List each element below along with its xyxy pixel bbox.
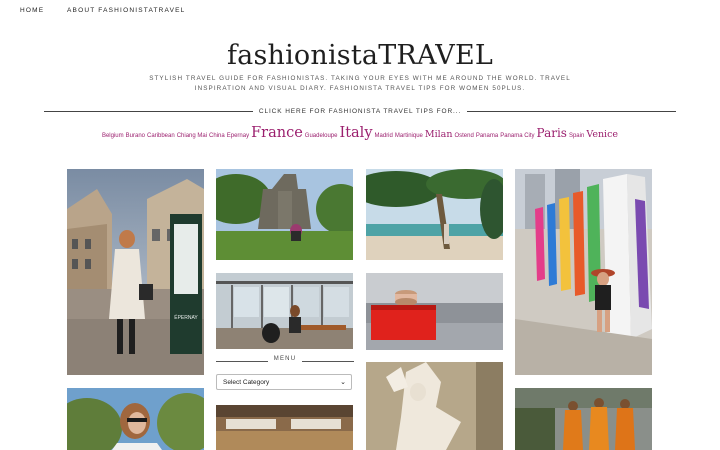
- sidebar-menu: MENU Select Category ⌄: [216, 356, 354, 390]
- category-select[interactable]: Select Category ⌄: [216, 374, 352, 390]
- travel-tips-link-label: CLICK HERE FOR FASHIONISTA TRAVEL TIPS F…: [252, 108, 468, 115]
- station-photo: [216, 405, 353, 450]
- menu-heading: MENU: [216, 356, 354, 368]
- post-thumbnail-station[interactable]: [216, 405, 353, 450]
- tag-link[interactable]: Burano: [126, 133, 145, 139]
- post-thumbnail-epernay[interactable]: ÉPERNAY: [67, 169, 204, 375]
- tag-link[interactable]: China: [209, 133, 225, 139]
- post-thumbnail-waiting-room[interactable]: [216, 273, 353, 349]
- tag-link[interactable]: Caribbean: [147, 133, 175, 139]
- tag-link[interactable]: Epernay: [227, 133, 249, 139]
- sculpture-photo: [366, 362, 503, 450]
- tag-link[interactable]: Ostend: [454, 133, 473, 139]
- mayan-temple-photo: [216, 169, 353, 260]
- tag-link[interactable]: Martinique: [395, 133, 423, 139]
- top-navigation: HOME ABOUT FASHIONISTATRAVEL: [0, 0, 720, 22]
- tag-link[interactable]: Belgium: [102, 133, 124, 139]
- travel-tips-link[interactable]: CLICK HERE FOR FASHIONISTA TRAVEL TIPS F…: [0, 108, 720, 115]
- site-tagline: STYLISH TRAVEL GUIDE FOR FASHIONISTAS. T…: [149, 75, 571, 92]
- category-select-value: Select Category: [223, 378, 270, 386]
- tag-link[interactable]: Chiang Mai: [177, 133, 207, 139]
- post-thumbnail-beach[interactable]: [366, 169, 503, 260]
- tag-link[interactable]: Panama: [476, 133, 498, 139]
- tag-link[interactable]: Guadeloupe: [305, 133, 338, 139]
- tag-link[interactable]: Venice: [586, 129, 618, 140]
- tag-link[interactable]: Spain: [569, 133, 584, 139]
- waiting-room-photo: [216, 273, 353, 349]
- post-thumbnail-monks[interactable]: [515, 388, 652, 450]
- tag-link[interactable]: Paris: [537, 126, 567, 140]
- nav-home-link[interactable]: HOME: [20, 7, 44, 14]
- tag-link[interactable]: Panama City: [500, 133, 534, 139]
- site-title[interactable]: fashionistaTRAVEL: [0, 40, 720, 71]
- menu-heading-label: MENU: [267, 356, 303, 362]
- colorful-letters-photo: [515, 169, 652, 375]
- tag-cloud: Belgium Burano Caribbean Chiang Mai China Epe…: [0, 124, 720, 142]
- chevron-down-icon: ⌄: [340, 379, 346, 386]
- portrait-photo: [67, 388, 204, 450]
- post-thumbnail-temple[interactable]: [216, 169, 353, 260]
- tag-link[interactable]: Milan: [425, 129, 453, 140]
- post-thumbnail-madrid-sign[interactable]: [515, 169, 652, 375]
- tag-link[interactable]: France: [251, 125, 303, 141]
- macaron-photo: [366, 273, 503, 350]
- beach-palm-photo: [366, 169, 503, 260]
- tag-link[interactable]: Madrid: [375, 133, 393, 139]
- post-thumbnail-sculpture[interactable]: [366, 362, 503, 450]
- tag-link[interactable]: Italy: [339, 125, 372, 141]
- epernay-sign-text: ÉPERNAY: [174, 314, 198, 321]
- post-thumbnail-macaron[interactable]: [366, 273, 503, 350]
- post-thumbnail-portrait[interactable]: [67, 388, 204, 450]
- nav-about-link[interactable]: ABOUT FASHIONISTATRAVEL: [67, 7, 186, 14]
- epernay-street-photo: ÉPERNAY: [67, 169, 204, 375]
- monks-photo: [515, 388, 652, 450]
